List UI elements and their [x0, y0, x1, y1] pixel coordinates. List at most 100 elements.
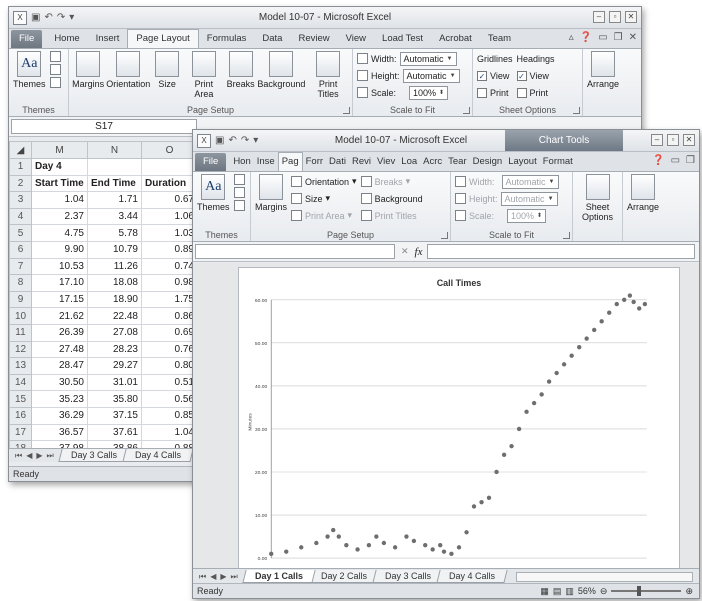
tab-format[interactable]: Format	[540, 153, 576, 171]
formula-input[interactable]	[426, 244, 695, 259]
call-times-chart[interactable]: Call Times Minutes 0.00 10.00 20.00 30.00 40…	[238, 267, 680, 573]
table-cell[interactable]: Duration	[141, 174, 198, 193]
table-cell[interactable]	[141, 158, 198, 176]
tab-home[interactable]: Hon	[230, 153, 253, 171]
zoom-level[interactable]: 56%	[578, 584, 596, 598]
table-cell[interactable]: 17.15	[31, 290, 88, 309]
table-cell[interactable]: 10.53	[31, 257, 88, 276]
minimize-icon[interactable]: ‒	[651, 134, 663, 146]
doc-close-icon[interactable]: ✕	[629, 32, 637, 43]
column-header-m[interactable]: M	[31, 141, 88, 159]
insert-function-icon[interactable]: fx	[415, 246, 423, 258]
next-sheet-icon[interactable]: ▶	[36, 451, 42, 461]
doc-restore-icon[interactable]: ❐	[614, 32, 623, 43]
tab-team[interactable]: Tear	[445, 153, 469, 171]
page-setup-launcher-icon[interactable]	[343, 107, 350, 114]
tab-review[interactable]: Review	[290, 30, 337, 48]
sheet-tab-day-4-calls[interactable]: Day 4 Calls	[122, 449, 194, 462]
redo-icon[interactable]: ↷	[241, 135, 249, 146]
select-all-corner[interactable]: ◢	[9, 141, 32, 159]
table-cell[interactable]: 35.80	[87, 390, 142, 408]
tab-formulas[interactable]: Formulas	[199, 30, 255, 48]
row-header[interactable]: 9	[9, 290, 32, 309]
sheet-nav-arrows[interactable]: ⏮ ◀ ▶ ⏭	[9, 451, 60, 461]
table-cell[interactable]: 0.74	[141, 257, 198, 276]
table-cell[interactable]: 18.90	[87, 290, 142, 309]
prev-sheet-icon[interactable]: ◀	[26, 451, 32, 461]
table-cell[interactable]: 9.90	[31, 240, 88, 259]
tab-file[interactable]: File	[195, 153, 227, 171]
row-header[interactable]: 7	[9, 257, 32, 276]
print-titles-button[interactable]: Print Titles	[308, 51, 348, 99]
table-cell[interactable]: End Time	[87, 174, 142, 193]
theme-colors-icon[interactable]	[49, 51, 61, 62]
row-header[interactable]: 15	[9, 390, 32, 408]
scale-stepper[interactable]: 100% ⬍	[409, 85, 449, 100]
sheet-tab-day-4-calls[interactable]: Day 4 Calls	[436, 570, 508, 583]
row-header[interactable]: 11	[9, 323, 32, 342]
zoom-slider[interactable]	[611, 586, 682, 596]
sheet-tab-day-3-calls[interactable]: Day 3 Calls	[372, 570, 444, 583]
print-area-button[interactable]: Print Area	[185, 51, 222, 99]
row-header[interactable]: 10	[9, 307, 32, 325]
first-sheet-icon[interactable]: ⏮	[15, 451, 22, 461]
table-cell[interactable]: 37.15	[87, 406, 142, 425]
table-cell[interactable]: 26.39	[31, 323, 88, 342]
tab-load-test[interactable]: Loa	[398, 153, 420, 171]
table-cell[interactable]: 2.37	[31, 207, 88, 226]
first-sheet-icon[interactable]: ⏮	[199, 572, 206, 582]
tab-design[interactable]: Design	[470, 153, 506, 171]
theme-effects-icon[interactable]	[233, 200, 245, 211]
row-header[interactable]: 1	[9, 158, 32, 176]
tab-layout[interactable]: Layout	[505, 153, 540, 171]
sheet-tab-day-2-calls[interactable]: Day 2 Calls	[308, 570, 380, 583]
size-button[interactable]: Size ▾	[291, 191, 357, 206]
breaks-button[interactable]: Breaks	[227, 51, 255, 89]
tab-acrobat[interactable]: Acrc	[420, 153, 445, 171]
row-header[interactable]: 4	[9, 207, 32, 226]
table-cell[interactable]: 27.48	[31, 340, 88, 359]
scale-stepper[interactable]: 100% ⬍	[507, 208, 547, 223]
table-cell[interactable]: 1.04	[31, 191, 88, 209]
table-cell[interactable]: 1.75	[141, 290, 198, 309]
last-sheet-icon[interactable]: ⏭	[231, 572, 238, 582]
help-icon[interactable]: ❓	[652, 155, 664, 166]
theme-colors-icon[interactable]	[233, 174, 245, 185]
table-cell[interactable]: 28.23	[87, 340, 142, 359]
save-icon[interactable]: ▣	[31, 12, 40, 23]
gridlines-print-checkbox[interactable]	[477, 87, 487, 98]
doc-minimize-icon[interactable]: ▭	[598, 32, 607, 43]
margins-button[interactable]: Margins	[72, 51, 104, 89]
table-cell[interactable]: Day 4	[31, 158, 88, 176]
table-cell[interactable]: 0.76	[141, 340, 198, 359]
print-area-button[interactable]: Print Area ▾	[291, 208, 357, 223]
arrange-button[interactable]: Arrange	[587, 51, 619, 89]
table-cell[interactable]: 21.62	[31, 307, 88, 325]
theme-fonts-icon[interactable]	[49, 64, 61, 75]
row-header[interactable]: 5	[9, 224, 32, 242]
sheet-nav-arrows[interactable]: ⏮ ◀ ▶ ⏭	[193, 572, 244, 582]
theme-fonts-icon[interactable]	[233, 187, 245, 198]
doc-minimize-icon[interactable]: ▭	[671, 155, 680, 166]
horizontal-scrollbar[interactable]	[515, 571, 693, 582]
arrange-button[interactable]: Arrange	[627, 174, 659, 212]
row-header[interactable]: 8	[9, 274, 32, 292]
normal-view-icon[interactable]: ▦	[540, 584, 549, 598]
table-cell[interactable]: 0.69	[141, 323, 198, 342]
tab-insert[interactable]: Inse	[254, 153, 278, 171]
orientation-button[interactable]: Orientation ▾	[291, 174, 357, 189]
row-header[interactable]: 17	[9, 423, 32, 442]
back-name-box[interactable]: S17	[11, 119, 197, 134]
size-button[interactable]: Size	[153, 51, 181, 89]
background-button[interactable]: Background	[257, 51, 305, 89]
row-header[interactable]: 13	[9, 357, 32, 375]
tab-page-layout[interactable]: Page Layout	[127, 29, 199, 48]
table-cell[interactable]: 0.98	[141, 274, 198, 292]
table-cell[interactable]: 29.27	[87, 357, 142, 375]
customize-qat-icon[interactable]: ▾	[69, 12, 74, 23]
headings-view-checkbox[interactable]: ✓	[516, 70, 527, 81]
zoom-in-icon[interactable]: ⊕	[685, 584, 693, 598]
table-cell[interactable]: 4.75	[31, 224, 88, 242]
redo-icon[interactable]: ↷	[57, 12, 65, 23]
table-cell[interactable]: 0.80	[141, 357, 198, 375]
